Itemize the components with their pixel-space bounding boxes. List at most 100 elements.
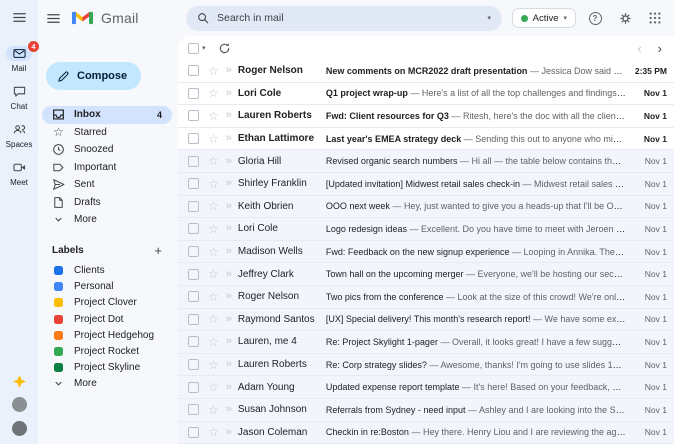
email-row[interactable]: ☆ » Jason Coleman Checkin in re:Boston —…	[178, 421, 674, 444]
sidebar-item-more[interactable]: More	[42, 211, 172, 229]
email-row[interactable]: ☆ » Lauren Roberts Fwd: Client resources…	[178, 105, 674, 128]
email-checkbox[interactable]	[188, 336, 199, 348]
newer-page-chevron-icon[interactable]: ‹	[637, 42, 641, 55]
rail-item-mail[interactable]: 4 Mail	[6, 40, 40, 73]
star-icon[interactable]: ☆	[208, 65, 219, 77]
email-checkbox[interactable]	[188, 268, 199, 280]
sidebar-label[interactable]: Clients	[42, 263, 172, 279]
email-row[interactable]: ☆ » Ethan Lattimore Last year's EMEA str…	[178, 127, 674, 151]
sidebar-labels-more[interactable]: More	[42, 376, 172, 392]
sidebar-label[interactable]: Personal	[42, 279, 172, 295]
star-icon[interactable]: ☆	[208, 133, 219, 145]
importance-marker-icon[interactable]: »	[226, 178, 232, 189]
star-icon[interactable]: ☆	[208, 359, 219, 371]
main-menu-button[interactable]	[42, 7, 64, 29]
status-chip[interactable]: Active ▾	[511, 8, 576, 28]
sidebar-label[interactable]: Project Dot	[42, 311, 172, 327]
star-icon[interactable]: ☆	[208, 404, 219, 416]
star-icon[interactable]: ☆	[208, 426, 219, 438]
email-row[interactable]: ☆ » Madison Wells Fwd: Feedback on the n…	[178, 240, 674, 264]
star-icon[interactable]: ☆	[208, 200, 219, 212]
search-options-caret-icon[interactable]: ▾	[487, 15, 491, 22]
email-checkbox[interactable]	[188, 200, 199, 212]
email-row[interactable]: ☆ » Gloria Hill Revised organic search n…	[178, 150, 674, 173]
sidebar-item-important[interactable]: Important	[42, 159, 172, 177]
email-checkbox[interactable]	[188, 381, 199, 393]
sidebar-item-sent[interactable]: Sent	[42, 176, 172, 194]
rail-menu-button[interactable]	[12, 10, 27, 30]
star-icon[interactable]: ☆	[208, 223, 219, 235]
sidebar-label[interactable]: Project Skyline	[42, 360, 172, 376]
importance-marker-icon[interactable]: »	[226, 200, 232, 212]
select-dropdown-caret-icon[interactable]: ▾	[202, 45, 206, 52]
email-checkbox[interactable]	[188, 65, 199, 77]
email-row[interactable]: ☆ » Lori Cole Logo redesign ideas — Exce…	[178, 218, 674, 241]
search-bar[interactable]: ▾	[186, 5, 502, 31]
email-checkbox[interactable]	[188, 110, 199, 122]
star-icon[interactable]: ☆	[208, 246, 219, 258]
sidebar-label[interactable]: Project Hedgehog	[42, 327, 172, 343]
settings-button[interactable]	[614, 7, 636, 29]
importance-marker-icon[interactable]: »	[226, 291, 232, 302]
rail-item-meet[interactable]: Meet	[6, 160, 32, 187]
importance-marker-icon[interactable]: »	[226, 133, 232, 144]
email-checkbox[interactable]	[188, 404, 199, 416]
sidebar-label[interactable]: Project Clover	[42, 295, 172, 311]
star-icon[interactable]: ☆	[208, 291, 219, 303]
email-checkbox[interactable]	[188, 313, 199, 325]
star-icon[interactable]: ☆	[208, 178, 219, 190]
rail-item-chat[interactable]: Chat	[6, 84, 32, 111]
compose-button[interactable]: Compose	[46, 62, 142, 90]
spark-icon[interactable]	[12, 375, 26, 388]
email-row[interactable]: ☆ » Keith Obrien OOO next week — Hey, ju…	[178, 195, 674, 219]
apps-button[interactable]	[644, 7, 666, 29]
refresh-icon[interactable]	[218, 42, 231, 55]
star-icon[interactable]: ☆	[208, 381, 219, 393]
sidebar-item-snoozed[interactable]: Snoozed	[42, 141, 172, 159]
sidebar-item-inbox[interactable]: Inbox 4	[42, 106, 172, 124]
email-checkbox[interactable]	[188, 87, 199, 99]
email-checkbox[interactable]	[188, 178, 199, 190]
importance-marker-icon[interactable]: »	[226, 246, 232, 257]
email-checkbox[interactable]	[188, 291, 199, 303]
email-checkbox[interactable]	[188, 155, 199, 167]
email-row[interactable]: ☆ » Roger Nelson New comments on MCR2022…	[178, 60, 674, 83]
sidebar-item-drafts[interactable]: Drafts	[42, 194, 172, 212]
star-icon[interactable]: ☆	[208, 313, 219, 325]
star-icon[interactable]: ☆	[208, 110, 219, 122]
star-icon[interactable]: ☆	[208, 336, 219, 348]
star-icon[interactable]: ☆	[208, 155, 219, 167]
importance-marker-icon[interactable]: »	[226, 404, 232, 415]
importance-marker-icon[interactable]: »	[226, 110, 232, 121]
email-row[interactable]: ☆ » Susan Johnson Referrals from Sydney …	[178, 398, 674, 422]
sidebar-label[interactable]: Project Rocket	[42, 343, 172, 359]
email-row[interactable]: ☆ » Roger Nelson Two pics from the confe…	[178, 285, 674, 309]
email-checkbox[interactable]	[188, 223, 199, 235]
importance-marker-icon[interactable]: »	[226, 223, 232, 234]
select-all-checkbox[interactable]	[188, 42, 199, 54]
email-row[interactable]: ☆ » Raymond Santos [UX] Special delivery…	[178, 308, 674, 332]
add-label-button[interactable]: +	[154, 243, 172, 258]
importance-marker-icon[interactable]: »	[226, 268, 232, 280]
importance-marker-icon[interactable]: »	[226, 155, 232, 167]
email-checkbox[interactable]	[188, 133, 199, 145]
importance-marker-icon[interactable]: »	[226, 65, 232, 76]
star-icon[interactable]: ☆	[208, 268, 219, 280]
email-checkbox[interactable]	[188, 359, 199, 371]
older-page-chevron-icon[interactable]: ›	[658, 42, 662, 55]
email-checkbox[interactable]	[188, 246, 199, 258]
help-button[interactable]: ?	[584, 7, 606, 29]
rail-item-spaces[interactable]: Spaces	[6, 122, 32, 149]
importance-marker-icon[interactable]: »	[226, 336, 232, 347]
email-row[interactable]: ☆ » Shirley Franklin [Updated invitation…	[178, 172, 674, 196]
importance-marker-icon[interactable]: »	[226, 381, 232, 393]
sidebar-item-starred[interactable]: ☆ Starred	[42, 124, 172, 142]
email-checkbox[interactable]	[188, 426, 199, 438]
search-input[interactable]	[217, 12, 480, 24]
avatar[interactable]	[11, 397, 27, 412]
avatar[interactable]	[11, 421, 27, 436]
email-row[interactable]: ☆ » Lori Cole Q1 project wrap-up — Here'…	[178, 82, 674, 106]
importance-marker-icon[interactable]: »	[226, 87, 232, 99]
importance-marker-icon[interactable]: »	[226, 359, 232, 370]
importance-marker-icon[interactable]: »	[226, 313, 232, 325]
